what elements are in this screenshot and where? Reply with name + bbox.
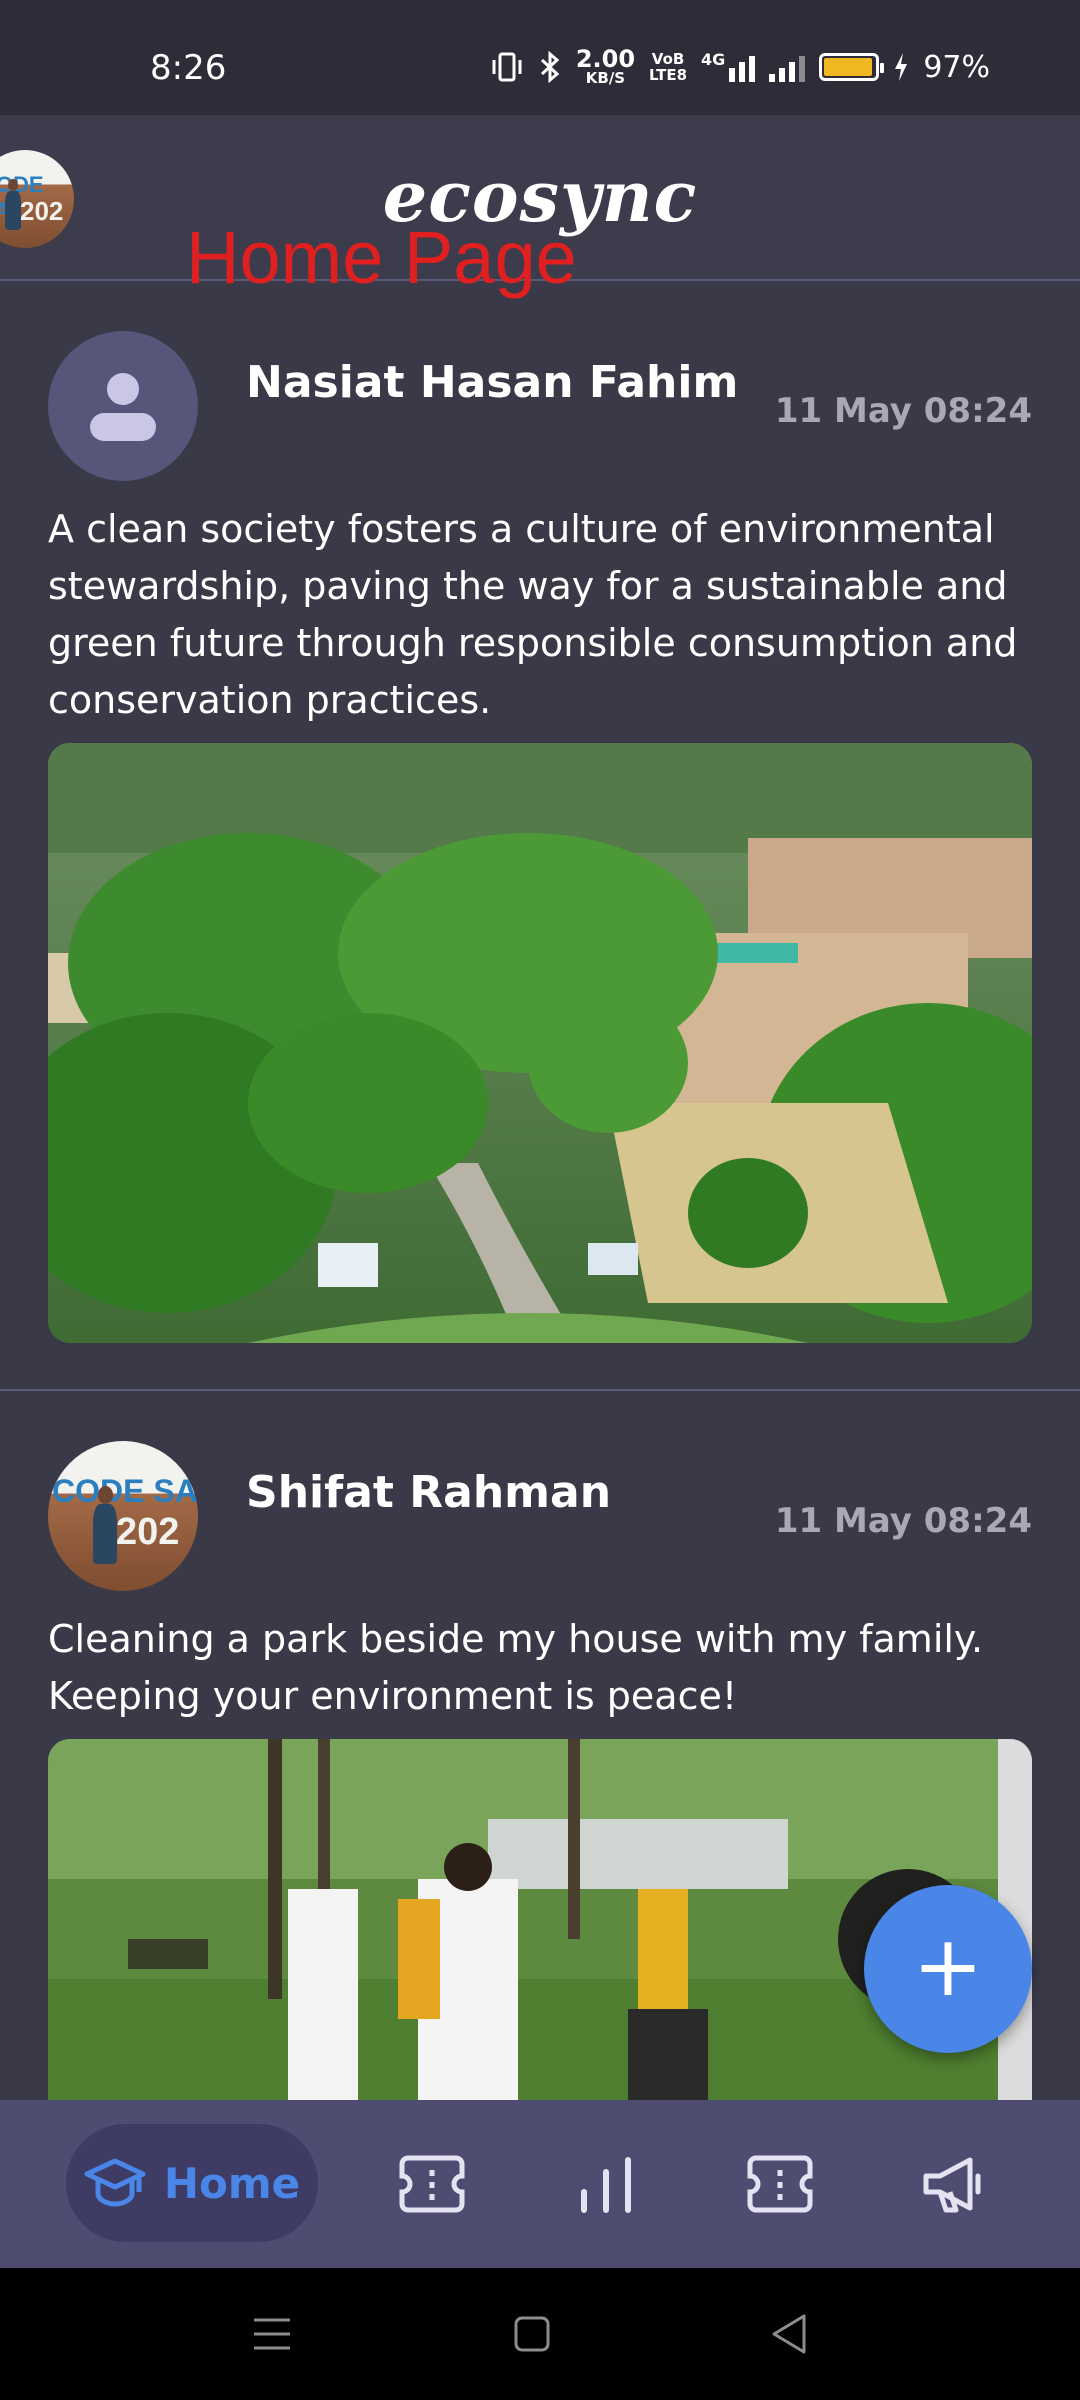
menu-icon[interactable] — [246, 2308, 298, 2360]
author-avatar[interactable]: CODE SA 202 — [48, 1441, 198, 1591]
battery-icon — [819, 53, 885, 81]
plus-icon: + — [912, 1917, 984, 2015]
graduation-cap-icon — [84, 2158, 146, 2207]
nav-home-label: Home — [163, 2158, 301, 2208]
signal-bars-icon — [729, 52, 756, 82]
home-square-icon[interactable] — [506, 2308, 558, 2360]
back-icon[interactable] — [764, 2308, 816, 2360]
post-author[interactable]: Shifat Rahman — [246, 1467, 611, 1518]
user-icon — [90, 373, 156, 441]
ticket-icon[interactable] — [396, 2148, 468, 2220]
add-post-button[interactable]: + — [864, 1885, 1032, 2053]
network-speed: 2.00 KB/S — [575, 45, 636, 87]
post-author[interactable]: Nasiat Hasan Fahim — [246, 357, 738, 408]
volte-indicator: VoB LTE8 — [649, 50, 688, 84]
post-date: 11 May 08:24 — [774, 1501, 1032, 1541]
signal-bars-2-icon — [769, 52, 806, 82]
system-nav-bar — [0, 2268, 1080, 2400]
post-card: Nasiat Hasan Fahim 11 May 08:24 A clean … — [0, 281, 1080, 1389]
campus-aerial-photo — [48, 743, 1032, 1343]
post-text: A clean society fosters a culture of env… — [48, 507, 1018, 722]
bar-chart-icon[interactable] — [570, 2148, 642, 2220]
bluetooth-icon — [540, 51, 560, 83]
app-header: ecosync Home Page CODE SA 202 — [0, 115, 1080, 299]
status-icons: 2.00 KB/S VoB LTE8 4G 97% — [490, 45, 990, 87]
ticket-icon[interactable] — [744, 2148, 816, 2220]
battery-percent: 97% — [923, 49, 990, 85]
post-text: Cleaning a park beside my house with my … — [48, 1617, 984, 1718]
author-avatar[interactable] — [48, 331, 198, 481]
signal-4g: 4G — [701, 52, 756, 82]
status-time: 8:26 — [150, 48, 227, 88]
post-image[interactable] — [48, 743, 1032, 1343]
megaphone-icon[interactable] — [918, 2148, 990, 2220]
bottom-nav: Home — [0, 2100, 1080, 2268]
post-date: 11 May 08:24 — [774, 391, 1032, 431]
vibrate-icon — [492, 52, 522, 82]
charging-icon — [895, 53, 908, 81]
nav-item-home[interactable]: Home — [66, 2124, 318, 2242]
status-bar: 8:26 2.00 KB/S VoB LTE8 4G 97% — [0, 0, 1080, 115]
